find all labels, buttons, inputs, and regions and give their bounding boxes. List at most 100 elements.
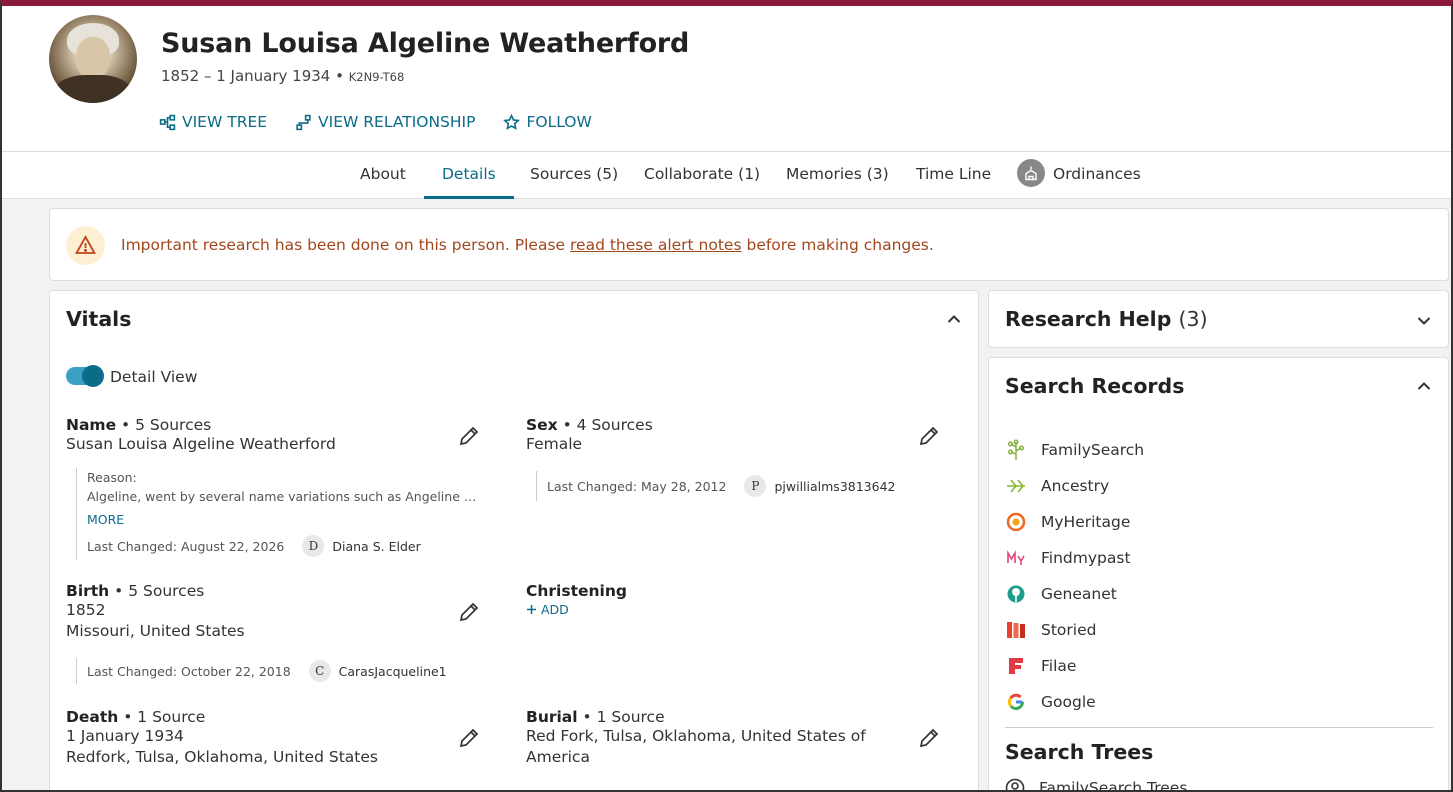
edit-death-pencil-icon[interactable] — [458, 727, 480, 749]
relationship-icon — [296, 114, 311, 130]
search-storied[interactable]: Storied — [1005, 612, 1144, 648]
familysearch-tree-icon — [1005, 439, 1027, 461]
birth-sources[interactable]: • 5 Sources — [109, 582, 204, 600]
add-label: ADD — [541, 602, 569, 617]
tab-ordinances[interactable]: Ordinances — [999, 152, 1159, 199]
person-id: K2N9-T68 — [348, 70, 405, 84]
search-ancestry[interactable]: Ancestry — [1005, 468, 1144, 504]
sex-sources[interactable]: • 4 Sources — [558, 416, 653, 434]
reason-text: Algeline, went by several name variation… — [87, 489, 477, 504]
name-label: Name — [66, 416, 117, 434]
name-field: Name • 5 Sources Susan Louisa Algeline W… — [66, 416, 336, 455]
familysearch-trees-label: FamilySearch Trees — [1039, 779, 1188, 792]
birth-meta: Last Changed: October 22, 2018 C CarasJa… — [76, 658, 447, 684]
avatar: D — [302, 535, 325, 557]
star-icon — [503, 113, 521, 130]
name-meta: Reason: Algeline, went by several name v… — [76, 468, 477, 560]
birth-changed-text: Last Changed: October 22, 2018 — [87, 663, 291, 679]
person-header: Susan Louisa Algeline Weatherford 1852 –… — [2, 6, 1451, 152]
divider — [1005, 727, 1433, 728]
findmypast-label: Findmypast — [1041, 549, 1131, 567]
name-contributor[interactable]: Diana S. Elder — [332, 539, 420, 554]
search-trees-title: Search Trees — [1005, 740, 1154, 764]
sex-value: Female — [526, 435, 583, 453]
burial-sources[interactable]: • 1 Source — [578, 708, 665, 726]
person-name: Susan Louisa Algeline Weatherford — [161, 28, 690, 59]
birth-date: 1852 — [66, 601, 106, 619]
name-last-changed: Last Changed: August 22, 2026 D Diana S.… — [87, 535, 477, 557]
christening-label: Christening — [526, 582, 627, 600]
chevron-up-icon[interactable] — [1416, 378, 1432, 394]
death-sources[interactable]: • 1 Source — [118, 708, 205, 726]
birth-contributor[interactable]: CarasJacqueline1 — [339, 664, 447, 679]
search-geneanet[interactable]: Geneanet — [1005, 576, 1144, 612]
tab-collaborate[interactable]: Collaborate (1) — [626, 152, 778, 199]
name-sources[interactable]: • 5 Sources — [116, 416, 211, 434]
research-help-count: (3) — [1178, 307, 1208, 331]
research-help-label: Research Help — [1005, 307, 1172, 331]
detail-view-toggle[interactable] — [66, 365, 104, 387]
person-portrait[interactable] — [49, 15, 137, 103]
search-myheritage[interactable]: MyHeritage — [1005, 504, 1144, 540]
tab-bar: About Details Sources (5) Collaborate (1… — [2, 152, 1451, 199]
more-link[interactable]: MORE — [87, 512, 477, 527]
app-frame: Susan Louisa Algeline Weatherford 1852 –… — [0, 0, 1453, 792]
geneanet-icon — [1005, 583, 1027, 605]
name-value: Susan Louisa Algeline Weatherford — [66, 435, 336, 453]
christening-field: Christening ADD — [526, 582, 627, 617]
alert-banner: Important research has been done on this… — [49, 208, 1449, 281]
sex-contributor[interactable]: pjwillialms3813642 — [774, 479, 895, 494]
google-icon — [1005, 691, 1027, 713]
avatar: C — [308, 660, 331, 682]
tab-sources[interactable]: Sources (5) — [512, 152, 636, 199]
geneanet-label: Geneanet — [1041, 585, 1117, 603]
warning-icon — [66, 226, 105, 265]
search-records-card: Search Records FamilySearch Ancestry MyH… — [988, 357, 1449, 792]
research-help-card[interactable]: Research Help (3) — [988, 290, 1449, 348]
edit-sex-pencil-icon[interactable] — [918, 425, 940, 447]
search-findmypast[interactable]: Findmypast — [1005, 540, 1144, 576]
search-familysearch[interactable]: FamilySearch — [1005, 432, 1144, 468]
sex-changed-text: Last Changed: May 28, 2012 — [547, 478, 727, 494]
burial-field: Burial • 1 Source Red Fork, Tulsa, Oklah… — [526, 708, 886, 768]
death-date: 1 January 1934 — [66, 727, 184, 745]
vitals-title: Vitals — [66, 307, 132, 331]
chevron-up-icon[interactable] — [946, 311, 962, 327]
vitals-card: Vitals Detail View Name • 5 Sources Susa… — [49, 290, 979, 790]
edit-name-pencil-icon[interactable] — [458, 425, 480, 447]
add-christening-button[interactable]: ADD — [526, 602, 627, 617]
sex-meta: Last Changed: May 28, 2012 P pjwillialms… — [536, 471, 895, 501]
filae-label: Filae — [1041, 657, 1077, 675]
detail-view-label: Detail View — [110, 368, 198, 386]
birth-last-changed: Last Changed: October 22, 2018 C CarasJa… — [87, 660, 447, 682]
myheritage-icon — [1005, 511, 1027, 533]
filae-icon — [1005, 655, 1027, 677]
tab-about[interactable]: About — [342, 152, 424, 199]
research-help-title: Research Help (3) — [1005, 307, 1208, 331]
plus-icon — [527, 605, 536, 614]
edit-birth-pencil-icon[interactable] — [458, 601, 480, 623]
birth-field: Birth • 5 Sources 1852 Missouri, United … — [66, 582, 245, 642]
view-relationship-button[interactable]: VIEW RELATIONSHIP — [295, 113, 475, 131]
findmypast-icon — [1005, 547, 1027, 569]
tab-memories[interactable]: Memories (3) — [768, 152, 907, 199]
death-place: Redfork, Tulsa, Oklahoma, United States — [66, 748, 378, 766]
tab-time-line[interactable]: Time Line — [898, 152, 1009, 199]
header-actions: VIEW TREE VIEW RELATIONSHIP FOLLOW — [159, 113, 592, 131]
search-google[interactable]: Google — [1005, 684, 1144, 720]
lifespan-text: 1852 – 1 January 1934 • — [161, 67, 344, 85]
burial-label: Burial — [526, 708, 578, 726]
view-relationship-label: VIEW RELATIONSHIP — [318, 113, 476, 131]
myheritage-label: MyHeritage — [1041, 513, 1131, 531]
chevron-down-icon[interactable] — [1416, 313, 1432, 329]
search-records-list: FamilySearch Ancestry MyHeritage Findmyp… — [1005, 432, 1144, 720]
edit-burial-pencil-icon[interactable] — [918, 727, 940, 749]
search-familysearch-trees[interactable]: FamilySearch Trees — [1005, 778, 1188, 792]
birth-label: Birth — [66, 582, 110, 600]
view-tree-button[interactable]: VIEW TREE — [159, 113, 267, 131]
follow-button[interactable]: FOLLOW — [503, 113, 592, 131]
search-filae[interactable]: Filae — [1005, 648, 1144, 684]
alert-notes-link[interactable]: read these alert notes — [570, 236, 742, 254]
tab-details[interactable]: Details — [424, 152, 514, 199]
death-label: Death — [66, 708, 119, 726]
